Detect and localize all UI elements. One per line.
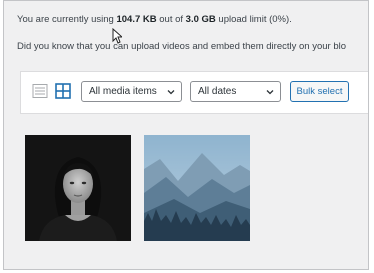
media-library-panel: You are currently using 104.7 KB out of … bbox=[3, 0, 369, 270]
usage-prefix: You are currently using bbox=[17, 14, 117, 25]
media-type-filter-value: All media items bbox=[89, 86, 157, 97]
usage-suffix: upload limit (0%). bbox=[215, 14, 292, 25]
usage-limit: 3.0 GB bbox=[185, 14, 216, 25]
portrait-photo-image bbox=[25, 135, 131, 241]
mountain-forest-image bbox=[144, 135, 250, 241]
date-filter-value: All dates bbox=[198, 86, 237, 97]
list-view-icon bbox=[32, 84, 48, 98]
grid-view-button[interactable] bbox=[55, 83, 71, 99]
date-filter[interactable]: All dates bbox=[190, 81, 281, 102]
media-item-portrait[interactable] bbox=[25, 135, 131, 241]
media-toolbar: All media items All dates Bulk select bbox=[20, 71, 368, 114]
mouse-cursor-icon bbox=[112, 28, 122, 44]
video-upload-tip: Did you know that you can upload videos … bbox=[17, 41, 347, 52]
media-item-landscape[interactable] bbox=[144, 135, 250, 241]
media-type-filter[interactable]: All media items bbox=[81, 81, 182, 102]
usage-middle: out of bbox=[156, 14, 186, 25]
list-view-button[interactable] bbox=[32, 83, 48, 99]
grid-view-icon bbox=[55, 83, 71, 99]
bulk-select-button[interactable]: Bulk select bbox=[290, 81, 349, 102]
chevron-down-icon bbox=[167, 90, 175, 95]
upload-usage-notice: You are currently using 104.7 KB out of … bbox=[17, 14, 292, 25]
chevron-down-icon bbox=[266, 90, 274, 95]
usage-amount: 104.7 KB bbox=[116, 14, 157, 25]
